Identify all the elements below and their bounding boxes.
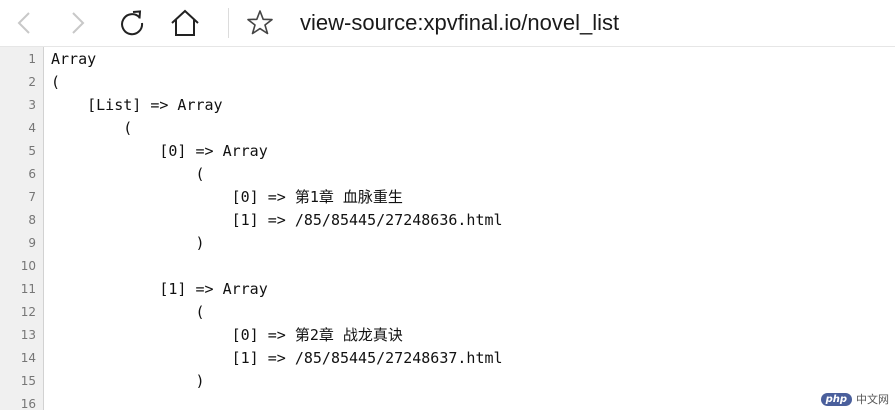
star-icon[interactable] [243,6,277,40]
source-line: 5 [0] => Array [0,140,895,163]
source-code-text: [1] => /85/85445/27248636.html [51,211,503,229]
source-line: 9 ) [0,232,895,255]
address-bar[interactable]: view-source:xpvfinal.io/novel_list [300,9,619,37]
source-line: 8 [1] => /85/85445/27248636.html [0,209,895,232]
line-number: 14 [20,351,36,365]
source-line: 4 ( [0,117,895,140]
browser-toolbar: view-source:xpvfinal.io/novel_list [0,0,895,47]
reload-icon[interactable] [115,6,149,40]
source-line: 11 [1] => Array [0,278,895,301]
source-code-text: ) [51,372,205,390]
source-line: 3 [List] => Array [0,94,895,117]
source-line: 15 ) [0,370,895,393]
source-code-text: ( [51,73,61,91]
source-line: 10 [0,255,895,278]
home-icon[interactable] [168,6,202,40]
line-number: 12 [20,305,36,319]
source-code-text: ( [51,303,205,321]
source-line: 6 ( [0,163,895,186]
source-line: 7 [0] => 第1章 血脉重生 [0,186,895,209]
source-code-text: [List] => Array [51,96,223,114]
line-number: 15 [20,374,36,388]
line-number: 10 [20,259,36,273]
source-code-text: [1] => /85/85445/27248637.html [51,349,503,367]
source-code-text: ( [51,165,205,183]
toolbar-divider [228,8,229,38]
source-code-text: ) [51,234,205,252]
source-code-text: [1] => Array [51,280,268,298]
watermark-logo: php [820,392,852,406]
source-code-text: [0] => 第2章 战龙真诀 [51,326,403,344]
source-line: 2( [0,71,895,94]
source-line: 16 [0,393,895,410]
source-line: 14 [1] => /85/85445/27248637.html [0,347,895,370]
line-number: 11 [20,282,36,296]
line-number: 1 [28,52,36,66]
line-number: 16 [20,397,36,410]
line-number: 2 [28,75,36,89]
source-code-text: [0] => 第1章 血脉重生 [51,188,403,206]
source-code-text: Array [51,50,97,68]
back-icon[interactable] [8,6,42,40]
source-code-text: ( [51,119,133,137]
source-line: 12 ( [0,301,895,324]
watermark-text: 中文网 [856,393,889,406]
source-code-text: [0] => Array [51,142,268,160]
line-number: 8 [28,213,36,227]
source-line: 13 [0] => 第2章 战龙真诀 [0,324,895,347]
line-number: 13 [20,328,36,342]
line-number: 7 [28,190,36,204]
forward-icon[interactable] [60,6,94,40]
line-number: 5 [28,144,36,158]
line-number: 6 [28,167,36,181]
line-number: 9 [28,236,36,250]
source-view: 1 Array 2(3 [List] => Array 4 (5 [0] => Arr… [0,47,895,410]
line-number: 3 [28,98,36,112]
site-watermark: php 中文网 [820,390,889,408]
source-line: 1 Array [0,48,895,71]
line-number: 4 [28,121,36,135]
